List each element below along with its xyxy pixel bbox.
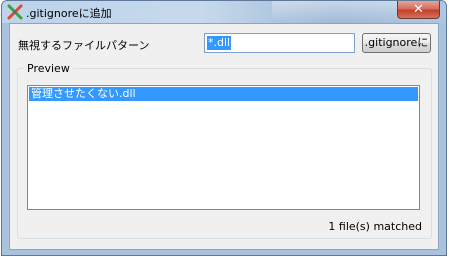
match-count-status: 1 file(s) matched <box>328 220 422 233</box>
add-to-gitignore-button[interactable]: .gitignoreに <box>362 33 431 53</box>
git-extensions-icon <box>7 4 23 20</box>
pattern-input-value: *.dll <box>207 36 232 50</box>
list-item[interactable]: 管理させたくない.dll <box>29 87 418 101</box>
close-button[interactable]: ✕ <box>397 1 440 19</box>
pattern-label: 無視するファイルパターン <box>18 39 150 52</box>
preview-group: Preview 管理させたくない.dll 1 file(s) matched <box>17 62 432 239</box>
pattern-input[interactable]: *.dll <box>204 33 355 53</box>
close-icon: ✕ <box>413 2 424 17</box>
window-title: .gitignoreに追加 <box>26 7 112 20</box>
title-bar[interactable]: .gitignoreに追加 ✕ <box>2 1 446 23</box>
dialog-window: .gitignoreに追加 ✕ 無視するファイルパターン *.dll .giti… <box>1 0 447 256</box>
dialog-body: 無視するファイルパターン *.dll .gitignoreに Preview 管… <box>9 23 439 250</box>
background-blur <box>272 1 402 23</box>
preview-label: Preview <box>24 62 73 75</box>
preview-list[interactable]: 管理させたくない.dll <box>27 85 420 210</box>
